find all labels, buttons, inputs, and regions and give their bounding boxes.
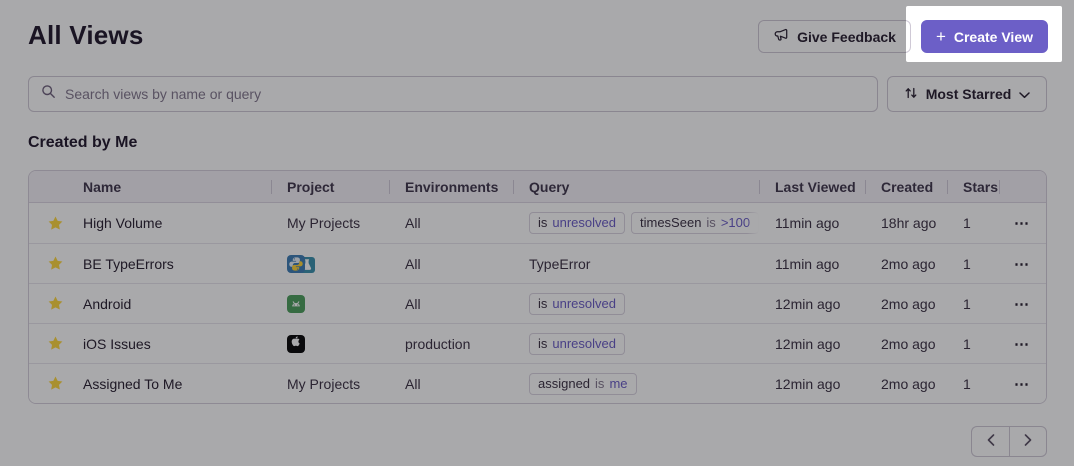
stars-count-cell: 1 xyxy=(947,296,999,312)
environments-cell: All xyxy=(389,296,513,312)
query-filter-chip: timesSeenis>100 xyxy=(631,212,759,234)
created-cell: 2mo ago xyxy=(865,336,947,352)
next-page-button[interactable] xyxy=(1009,426,1047,457)
column-header-project: Project xyxy=(271,171,389,203)
table-row: Assigned To Me My ProjectsAll assignedisme… xyxy=(29,363,1046,403)
sort-label: Most Starred xyxy=(926,86,1012,102)
project-cell: My Projects xyxy=(271,376,389,392)
query-filter-chip: isunresolved xyxy=(529,333,625,355)
section-title: Created by Me xyxy=(28,134,137,152)
row-menu-button[interactable]: ⋯ xyxy=(999,255,1045,273)
search-input[interactable] xyxy=(65,86,865,102)
star-icon[interactable] xyxy=(29,375,81,392)
last-viewed-cell: 12min ago xyxy=(759,296,865,312)
header-star-spacer xyxy=(29,171,81,203)
sort-dropdown[interactable]: Most Starred xyxy=(887,76,1047,112)
project-cell xyxy=(271,334,389,354)
star-icon[interactable] xyxy=(29,335,81,352)
give-feedback-button[interactable]: Give Feedback xyxy=(758,20,911,53)
column-header-created: Created xyxy=(865,171,947,203)
column-header-last-viewed: Last Viewed xyxy=(759,171,865,203)
table-row: BE TypeErrors AllTypeError11min ago2mo ag… xyxy=(29,243,1046,283)
column-header-query: Query xyxy=(513,171,759,203)
stars-count-cell: 1 xyxy=(947,215,999,231)
query-cell: assignedisme xyxy=(513,373,759,395)
stars-count-cell: 1 xyxy=(947,376,999,392)
query-cell: isunresolved xyxy=(513,293,759,315)
created-cell: 2mo ago xyxy=(865,296,947,312)
chevron-right-icon xyxy=(1024,434,1032,449)
search-icon xyxy=(41,84,56,104)
query-filter-chip: assignedisme xyxy=(529,373,637,395)
last-viewed-cell: 11min ago xyxy=(759,215,865,231)
row-menu-button[interactable]: ⋯ xyxy=(999,214,1045,232)
query-cell: isunresolved timesSeenis>100 xyxy=(513,212,759,234)
table-header-row: NameProjectEnvironmentsQueryLast ViewedC… xyxy=(29,171,1046,203)
give-feedback-label: Give Feedback xyxy=(797,29,896,45)
created-cell: 2mo ago xyxy=(865,256,947,272)
table-row: High Volume My ProjectsAll isunresolved tim… xyxy=(29,203,1046,243)
stars-count-cell: 1 xyxy=(947,256,999,272)
column-header-stars: Stars xyxy=(947,171,999,203)
star-icon[interactable] xyxy=(29,215,81,232)
create-view-button[interactable]: + Create View xyxy=(921,20,1048,53)
view-name-link[interactable]: Android xyxy=(83,296,131,312)
query-cell: isunresolved xyxy=(513,333,759,355)
project-cell: My Projects xyxy=(271,215,389,231)
view-name-link[interactable]: BE TypeErrors xyxy=(83,256,174,272)
table-row: Android All isunresolved 12min ago2mo ago1⋯ xyxy=(29,283,1046,323)
created-cell: 2mo ago xyxy=(865,376,947,392)
plus-icon: + xyxy=(936,28,946,45)
environments-cell: All xyxy=(389,215,513,231)
query-filter-chip: isunresolved xyxy=(529,293,625,315)
row-menu-button[interactable]: ⋯ xyxy=(999,335,1045,353)
header-menu-spacer xyxy=(999,171,1045,203)
column-header-environments: Environments xyxy=(389,171,513,203)
python-icon xyxy=(287,255,305,273)
row-menu-button[interactable]: ⋯ xyxy=(999,295,1045,313)
table-body: High VolumeMy ProjectsAllisunresolvedtim… xyxy=(29,203,1046,403)
toolbar: Most Starred xyxy=(28,76,1047,112)
environments-cell: production xyxy=(389,336,513,352)
project-cell xyxy=(271,294,389,314)
views-table: NameProjectEnvironmentsQueryLast ViewedC… xyxy=(28,170,1047,404)
sort-arrows-icon xyxy=(904,86,918,103)
star-icon[interactable] xyxy=(29,255,81,272)
last-viewed-cell: 11min ago xyxy=(759,256,865,272)
search-box[interactable] xyxy=(28,76,878,112)
query-filter-chip: isunresolved xyxy=(529,212,625,234)
query-cell: TypeError xyxy=(513,256,759,272)
view-name-link[interactable]: High Volume xyxy=(83,215,162,231)
star-icon[interactable] xyxy=(29,295,81,312)
last-viewed-cell: 12min ago xyxy=(759,336,865,352)
view-name-link[interactable]: Assigned To Me xyxy=(83,376,182,392)
environments-cell: All xyxy=(389,376,513,392)
view-name-link[interactable]: iOS Issues xyxy=(83,336,151,352)
chevron-left-icon xyxy=(987,434,995,449)
environments-cell: All xyxy=(389,256,513,272)
row-menu-button[interactable]: ⋯ xyxy=(999,375,1045,393)
megaphone-icon xyxy=(773,27,789,46)
all-views-page: All Views Give Feedback + Create View xyxy=(0,0,1074,466)
prev-page-button[interactable] xyxy=(971,426,1009,457)
page-title: All Views xyxy=(28,20,144,51)
stars-count-cell: 1 xyxy=(947,336,999,352)
created-cell: 18hr ago xyxy=(865,215,947,231)
column-header-name: Name xyxy=(81,171,271,203)
pagination xyxy=(971,426,1047,457)
last-viewed-cell: 12min ago xyxy=(759,376,865,392)
project-cell xyxy=(271,254,389,274)
apple-icon xyxy=(287,335,305,353)
create-view-label: Create View xyxy=(954,29,1033,45)
chevron-down-icon xyxy=(1019,86,1030,102)
header-actions: Give Feedback + Create View xyxy=(758,20,1048,53)
android-icon xyxy=(287,295,305,313)
table-row: iOS Issues production isunresolved 12min ag… xyxy=(29,323,1046,363)
